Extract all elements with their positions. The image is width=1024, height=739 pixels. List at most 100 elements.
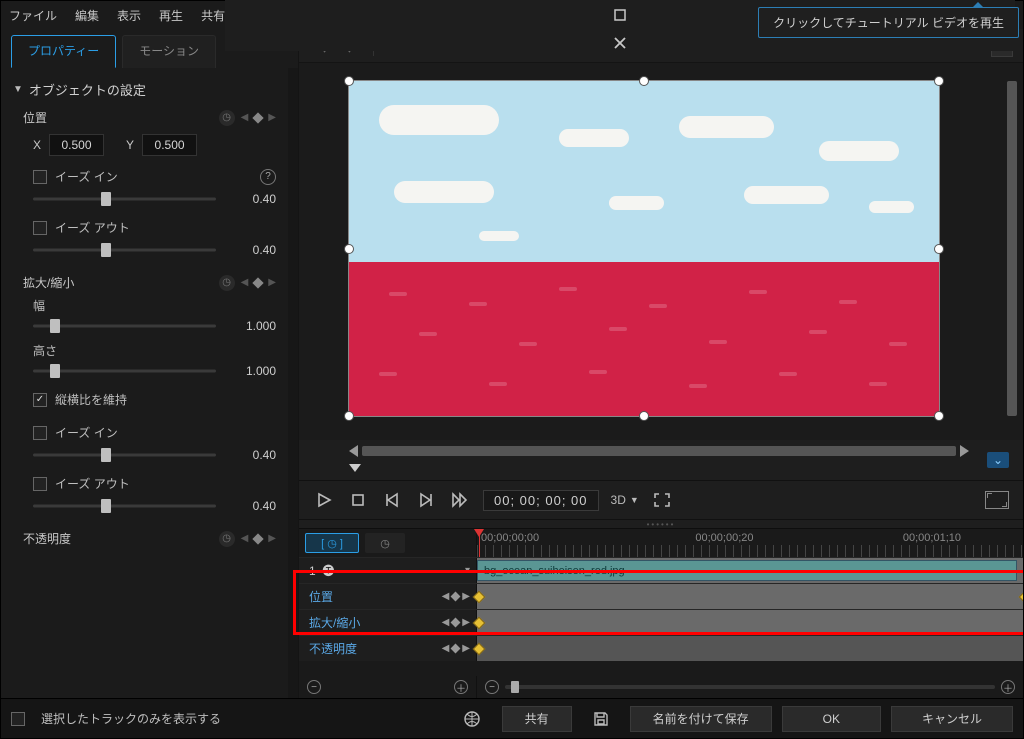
position-label: 位置: [23, 109, 211, 126]
next-keyframe-button[interactable]: ▶: [268, 277, 276, 288]
tutorial-tooltip[interactable]: クリックしてチュートリアル ビデオを再生: [758, 7, 1019, 38]
preview-canvas[interactable]: [349, 81, 939, 416]
track-scale-label: 拡大/縮小: [309, 614, 360, 631]
add-keyframe-button[interactable]: [253, 533, 264, 544]
remove-track-button[interactable]: −: [307, 680, 321, 694]
track-position-lane[interactable]: [477, 584, 1023, 609]
menu-play[interactable]: 再生: [159, 7, 183, 24]
ok-button[interactable]: OK: [782, 706, 881, 732]
maximize-button[interactable]: [612, 7, 628, 23]
prev-frame-button[interactable]: [381, 489, 403, 511]
play-button[interactable]: [313, 489, 335, 511]
scale-label: 拡大/縮小: [23, 274, 211, 291]
next-keyframe-button[interactable]: ▶: [268, 112, 276, 123]
playhead[interactable]: [479, 529, 480, 557]
stopwatch-icon[interactable]: ◷: [219, 531, 235, 547]
main-menu: ファイル 編集 表示 再生 共有: [9, 7, 225, 24]
menu-file[interactable]: ファイル: [9, 7, 57, 24]
zoom-out-button[interactable]: −: [485, 680, 499, 694]
track-opacity-lane[interactable]: [477, 636, 1023, 661]
resize-handle-tr[interactable]: [934, 76, 944, 86]
resize-handle-bc[interactable]: [639, 411, 649, 421]
track-position-label: 位置: [309, 588, 333, 605]
clip-bar[interactable]: bg_ocean_suiheisen_red.jpg: [477, 560, 1017, 581]
prev-keyframe-button[interactable]: ◀: [241, 112, 249, 123]
prev-keyframe-button[interactable]: ◀: [241, 533, 249, 544]
timeline-zoom-slider[interactable]: [505, 685, 995, 689]
zoom-in-button[interactable]: ＋: [1001, 680, 1015, 694]
pos-y-label: Y: [126, 138, 134, 152]
share-button[interactable]: 共有: [502, 706, 572, 732]
left-panel: プロパティー モーション ▼ オブジェクトの設定 位置 ◷: [1, 29, 299, 698]
scale-ease-out-checkbox[interactable]: [33, 477, 47, 491]
resize-handle-tl[interactable]: [344, 76, 354, 86]
pos-ease-in-slider[interactable]: [33, 189, 216, 209]
scale-ease-in-slider[interactable]: [33, 445, 216, 465]
scale-ease-in-checkbox[interactable]: [33, 426, 47, 440]
globe-button[interactable]: [452, 706, 492, 732]
stop-button[interactable]: [347, 489, 369, 511]
canvas-scroll-left[interactable]: [349, 445, 358, 457]
resize-handle-br[interactable]: [934, 411, 944, 421]
resize-handle-tc[interactable]: [639, 76, 649, 86]
next-keyframe-button[interactable]: ▶: [268, 533, 276, 544]
canvas-vscrollbar[interactable]: [1007, 81, 1017, 416]
scale-ease-out-slider[interactable]: [33, 496, 216, 516]
keyframe-marker[interactable]: [1019, 590, 1023, 603]
add-track-button[interactable]: ＋: [454, 680, 468, 694]
collapse-preview-button[interactable]: ⌄: [987, 452, 1009, 468]
track-opacity-label: 不透明度: [309, 640, 357, 657]
menu-view[interactable]: 表示: [117, 7, 141, 24]
resize-handle-ml[interactable]: [344, 244, 354, 254]
panel-resize-grip[interactable]: ••••••: [299, 520, 1023, 528]
close-button[interactable]: [612, 35, 628, 51]
scale-ease-in-value: 0.40: [226, 448, 276, 462]
prev-keyframe-button[interactable]: ◀: [241, 277, 249, 288]
zoom-dropdown-icon[interactable]: [349, 464, 361, 472]
keyframe-mode-button[interactable]: [ ◷ ]: [305, 533, 359, 553]
3d-toggle[interactable]: 3D ▼: [611, 489, 639, 511]
track-collapse-icon[interactable]: ▾: [465, 565, 470, 576]
pos-ease-out-slider[interactable]: [33, 240, 216, 260]
pos-ease-out-checkbox[interactable]: [33, 221, 47, 235]
pos-y-input[interactable]: [142, 134, 197, 156]
bottom-bar: 選択したトラックのみを表示する 共有 名前を付けて保存 OK キャンセル: [1, 698, 1023, 738]
canvas-scroll-right[interactable]: [960, 445, 969, 457]
scale-height-slider[interactable]: [33, 361, 216, 381]
menu-share[interactable]: 共有: [201, 7, 225, 24]
keep-ratio-checkbox[interactable]: [33, 393, 47, 407]
save-icon-button[interactable]: [582, 706, 620, 732]
add-keyframe-button[interactable]: [253, 277, 264, 288]
next-frame-button[interactable]: [415, 489, 437, 511]
canvas-hscrollbar[interactable]: [362, 446, 956, 456]
timeline-ruler[interactable]: 00;00;00;00 00;00;00;20 00;00;01;10: [477, 529, 1023, 557]
add-keyframe-button[interactable]: [253, 112, 264, 123]
stopwatch-icon[interactable]: ◷: [219, 110, 235, 126]
pos-ease-in-checkbox[interactable]: [33, 170, 47, 184]
cancel-button[interactable]: キャンセル: [891, 706, 1013, 732]
scale-width-slider[interactable]: [33, 316, 216, 336]
section-object-settings[interactable]: ▼ オブジェクトの設定: [9, 74, 276, 105]
safe-zone-button[interactable]: [985, 491, 1009, 509]
timecode-display[interactable]: 00; 00; 00; 00: [483, 490, 599, 511]
stopwatch-icon[interactable]: ◷: [219, 275, 235, 291]
clock-mode-button[interactable]: ◷: [365, 533, 405, 553]
resize-handle-mr[interactable]: [934, 244, 944, 254]
tab-property[interactable]: プロパティー: [11, 35, 116, 68]
save-as-button[interactable]: 名前を付けて保存: [630, 706, 772, 732]
resize-handle-bl[interactable]: [344, 411, 354, 421]
canvas-area[interactable]: [299, 63, 1023, 440]
track-scale-lane[interactable]: [477, 610, 1023, 635]
clip-lane[interactable]: bg_ocean_suiheisen_red.jpg: [477, 558, 1023, 583]
pos-x-input[interactable]: [49, 134, 104, 156]
fast-forward-button[interactable]: [449, 489, 471, 511]
tab-motion[interactable]: モーション: [122, 35, 216, 68]
scale-ease-out-value: 0.40: [226, 499, 276, 513]
fullscreen-button[interactable]: [651, 489, 673, 511]
menu-edit[interactable]: 編集: [75, 7, 99, 24]
show-selected-only-checkbox[interactable]: [11, 712, 25, 726]
scale-ease-in-label: イーズ イン: [55, 424, 118, 441]
properties-scrollbar[interactable]: [288, 68, 298, 698]
ruler-label-2: 00;00;01;10: [903, 532, 961, 544]
help-icon[interactable]: ?: [260, 169, 276, 185]
